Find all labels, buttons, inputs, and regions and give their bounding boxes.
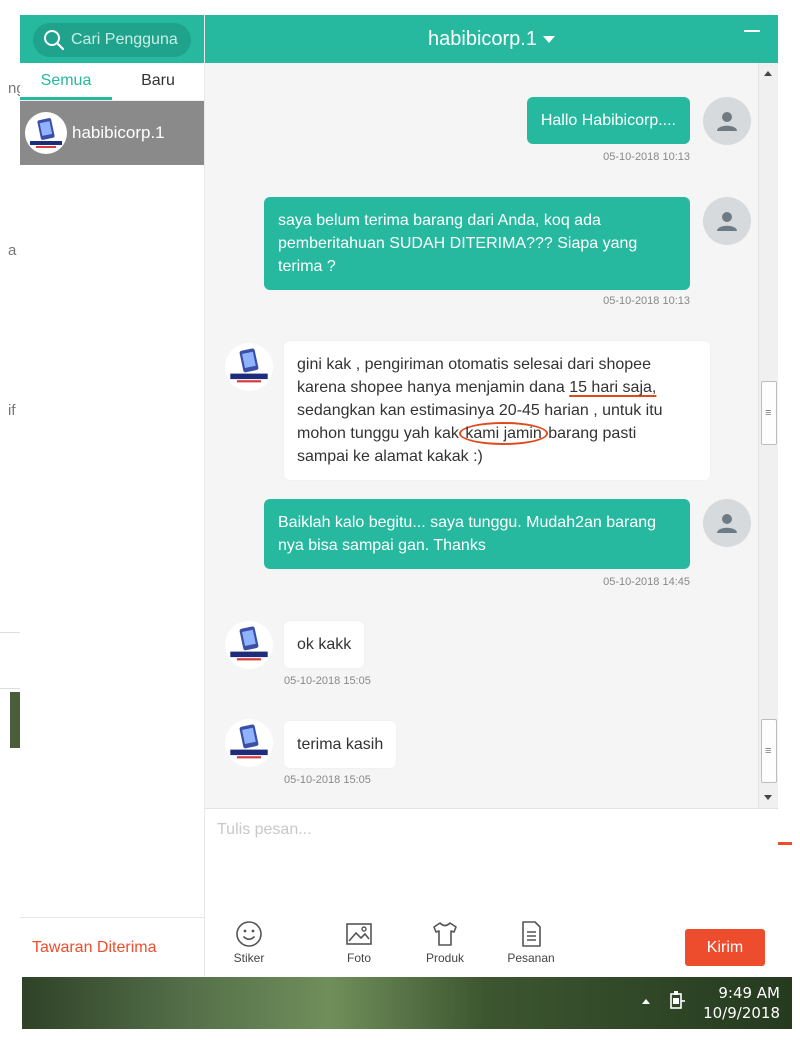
- background-divider: [0, 632, 22, 633]
- clock-time: 9:49 AM: [718, 984, 780, 1002]
- smartphone-logo-icon: [30, 118, 62, 148]
- person-icon: [717, 514, 737, 533]
- chat-window: Semua Baru habibicorp.1 Tawaran Diterima…: [20, 15, 778, 977]
- system-clock[interactable]: 9:49 AM 10/9/2018: [703, 983, 780, 1023]
- background-text-fragment: a: [8, 242, 17, 259]
- composer-toolbar: Stiker Foto Produk Pesanan: [230, 919, 574, 965]
- message-timestamp: 05-10-2018 10:13: [603, 151, 690, 163]
- message-text: ok kakk: [297, 636, 352, 653]
- accepted-offers-link[interactable]: Tawaran Diterima: [32, 939, 156, 957]
- user-avatar: [703, 499, 751, 547]
- incoming-message: ok kakk: [284, 621, 365, 668]
- message-text: Baiklah kalo begitu... saya tunggu. Muda…: [278, 514, 657, 554]
- background-accent-fragment: [778, 842, 792, 845]
- message-text: gini kak , pengiriman otomatis selesai d…: [297, 356, 651, 373]
- message-timestamp: 05-10-2018 15:05: [284, 774, 371, 786]
- smartphone-logo-icon: [230, 348, 268, 383]
- message-text: Hallo Habibicorp....: [540, 112, 676, 129]
- document-icon: [522, 921, 541, 947]
- order-label: Pesanan: [507, 951, 555, 965]
- underline-annotation: 15 hari saja,: [569, 379, 657, 396]
- search-icon: [44, 30, 65, 51]
- photo-label: Foto: [346, 951, 371, 965]
- sidebar-footer: Tawaran Diterima: [20, 917, 205, 977]
- background-text-fragment: if: [8, 402, 16, 419]
- message-scrollbar[interactable]: [758, 63, 778, 808]
- incoming-message: terima kasih: [284, 721, 397, 768]
- chat-title-dropdown[interactable]: habibicorp.1: [428, 28, 555, 51]
- message-input[interactable]: [217, 821, 757, 911]
- conversation-name: habibicorp.1: [72, 123, 165, 142]
- order-button[interactable]: Pesanan: [488, 919, 574, 965]
- outgoing-message: Baiklah kalo begitu... saya tunggu. Muda…: [264, 499, 690, 569]
- message-text: barang pasti: [543, 425, 637, 442]
- message-timestamp: 05-10-2018 15:05: [284, 675, 371, 687]
- taskbar: 9:49 AM 10/9/2018: [22, 977, 792, 1029]
- sidebar-header: [20, 15, 204, 63]
- background-divider: [0, 688, 22, 689]
- outgoing-message: Hallo Habibicorp....: [526, 97, 690, 144]
- user-avatar: [703, 97, 751, 145]
- search-input[interactable]: [71, 31, 189, 49]
- message-text: saya belum terima barang dari Anda, koq …: [278, 212, 638, 275]
- user-avatar: [703, 197, 751, 245]
- message-text: sedangkan kan estimasinya 20-45 harian ,…: [297, 402, 663, 419]
- outgoing-message: saya belum terima barang dari Anda, koq …: [264, 197, 690, 290]
- message-text: karena shopee hanya menjamin dana: [297, 379, 570, 396]
- send-button[interactable]: Kirim: [685, 929, 765, 966]
- shop-avatar: [25, 112, 67, 154]
- message-list[interactable]: Hallo Habibicorp.... 05-10-2018 10:13 sa…: [205, 63, 778, 808]
- smiley-icon: [236, 921, 262, 947]
- chat-header: habibicorp.1: [205, 15, 778, 63]
- clock-date: 10/9/2018: [703, 1004, 780, 1022]
- message-text: mohon tunggu yah kak: [297, 425, 464, 442]
- conversation-sidebar: Semua Baru habibicorp.1 Tawaran Diterima: [20, 15, 205, 977]
- chat-title: habibicorp.1: [428, 27, 537, 50]
- search-box[interactable]: [33, 23, 191, 57]
- conversation-tabs: Semua Baru: [20, 63, 204, 101]
- caret-down-icon: [542, 35, 555, 43]
- sticker-label: Stiker: [233, 951, 265, 965]
- person-icon: [717, 112, 737, 131]
- sticker-button[interactable]: Stiker: [230, 919, 268, 965]
- photo-button[interactable]: Foto: [316, 919, 402, 965]
- product-label: Produk: [425, 951, 465, 965]
- person-icon: [717, 212, 737, 231]
- scrollbar-thumb[interactable]: [761, 381, 777, 445]
- power-plug-icon[interactable]: [668, 991, 686, 1011]
- tab-baru[interactable]: Baru: [112, 63, 204, 100]
- scrollbar-thumb[interactable]: [761, 719, 777, 783]
- shop-avatar: [225, 621, 273, 669]
- message-timestamp: 05-10-2018 14:45: [603, 576, 690, 588]
- background-window: ng a if: [0, 0, 25, 1042]
- minimize-icon[interactable]: [744, 30, 760, 32]
- smartphone-logo-icon: [230, 626, 268, 661]
- message-text: sampai ke alamat kakak :): [297, 448, 483, 465]
- message-timestamp: 05-10-2018 10:13: [603, 295, 690, 307]
- scroll-up-arrow-icon[interactable]: [764, 71, 772, 76]
- conversation-item[interactable]: habibicorp.1: [20, 101, 204, 165]
- message-composer: Stiker Foto Produk: [205, 808, 778, 977]
- show-hidden-icons-arrow-icon[interactable]: [642, 999, 650, 1004]
- circle-annotation: kami jamin: [459, 422, 548, 445]
- scroll-down-arrow-icon[interactable]: [764, 795, 772, 800]
- shop-avatar: [225, 343, 273, 391]
- smartphone-logo-icon: [230, 724, 268, 759]
- message-text: terima kasih: [297, 736, 384, 753]
- product-button[interactable]: Produk: [402, 919, 488, 965]
- shirt-icon: [433, 922, 457, 946]
- tab-semua[interactable]: Semua: [20, 63, 112, 100]
- shop-avatar: [225, 719, 273, 767]
- image-icon: [346, 923, 372, 945]
- incoming-message: gini kak , pengiriman otomatis selesai d…: [284, 341, 710, 480]
- chat-pane: habibicorp.1 Hallo Habibicorp.... 05-10-…: [205, 15, 778, 977]
